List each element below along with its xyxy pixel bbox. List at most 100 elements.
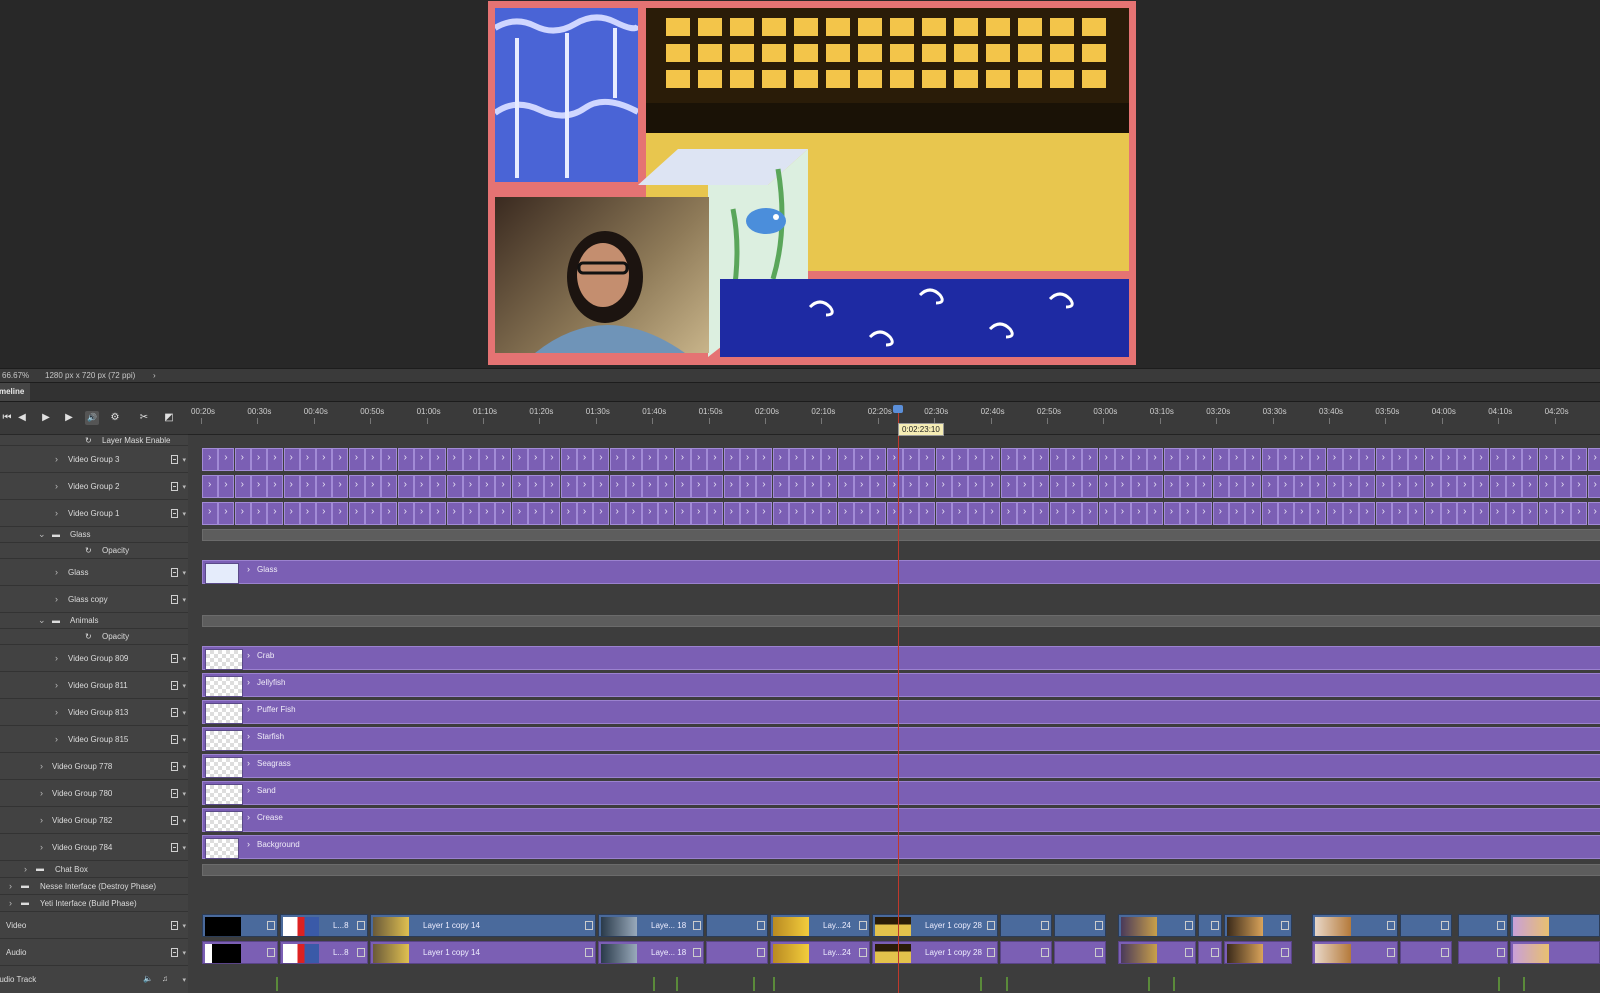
video-group-frame-clip[interactable] bbox=[202, 502, 218, 525]
film-strip-icon[interactable] bbox=[171, 921, 178, 930]
chevron-down-icon[interactable]: ▾ bbox=[182, 976, 186, 984]
group-row-yeti-interface[interactable]: › ▬ Yeti Interface (Build Phase) bbox=[0, 895, 188, 912]
glass-group-bar[interactable] bbox=[202, 529, 1600, 541]
video-group-frame-clip[interactable] bbox=[854, 448, 870, 471]
layer-row-glass-copy[interactable]: › Glass copy ▾ bbox=[0, 586, 188, 613]
audio-marker[interactable] bbox=[1148, 977, 1150, 991]
video-group-frame-clip[interactable] bbox=[576, 475, 593, 498]
video-group-frame-clip[interactable] bbox=[658, 502, 675, 525]
video-group-frame-clip[interactable] bbox=[1554, 475, 1571, 498]
audio-clip[interactable]: Laye... 18 bbox=[598, 941, 704, 964]
speaker-icon[interactable]: 🔈 bbox=[143, 974, 153, 983]
video-group-frame-clip[interactable] bbox=[674, 475, 691, 498]
video-group-frame-clip[interactable] bbox=[1538, 475, 1555, 498]
video-group-frame-clip[interactable] bbox=[1065, 502, 1082, 525]
video-group-frame-clip[interactable] bbox=[576, 502, 593, 525]
video-group-frame-clip[interactable] bbox=[886, 502, 903, 525]
video-clip[interactable]: Laye... 18 bbox=[598, 914, 704, 937]
video-group-frame-clip[interactable] bbox=[299, 448, 316, 471]
video-group-frame-clip[interactable] bbox=[739, 502, 756, 525]
video-group-frame-clip[interactable] bbox=[544, 448, 561, 471]
video-clip[interactable] bbox=[1000, 914, 1052, 937]
video-group-frame-clip[interactable] bbox=[674, 448, 691, 471]
group-row-chat-box[interactable]: › ▬ Chat Box bbox=[0, 861, 188, 878]
stopwatch-icon[interactable]: ↻ bbox=[85, 632, 92, 641]
video-group-frame-clip[interactable] bbox=[250, 448, 267, 471]
settings-gear-icon[interactable]: ⚙ bbox=[108, 411, 122, 425]
video-group-frame-clip[interactable] bbox=[446, 502, 463, 525]
chevron-right-icon[interactable]: › bbox=[24, 864, 27, 874]
video-group-frame-clip[interactable] bbox=[805, 502, 822, 525]
video-group-frame-clip[interactable] bbox=[968, 448, 985, 471]
video-group-frame-clip[interactable] bbox=[528, 448, 544, 471]
chevron-right-icon[interactable]: › bbox=[247, 785, 250, 795]
film-strip-icon[interactable] bbox=[171, 595, 178, 604]
film-strip-icon[interactable] bbox=[171, 762, 178, 771]
video-group-frame-clip[interactable] bbox=[642, 502, 659, 525]
layer-row-video-group-3[interactable]: › Video Group 3 ▾ bbox=[0, 446, 188, 473]
video-group-frame-clip[interactable] bbox=[625, 448, 642, 471]
audio-clip[interactable] bbox=[1400, 941, 1452, 964]
video-group-frame-clip[interactable] bbox=[723, 475, 740, 498]
video-group-frame-clip[interactable] bbox=[707, 502, 724, 525]
video-group-frame-clip[interactable] bbox=[283, 502, 300, 525]
video-group-frame-clip[interactable] bbox=[1391, 475, 1408, 498]
video-group-frame-clip[interactable] bbox=[1587, 475, 1600, 498]
video-group-frame-clip[interactable] bbox=[1343, 448, 1359, 471]
video-group-frame-clip[interactable] bbox=[1538, 502, 1555, 525]
video-group-frame-clip[interactable] bbox=[1294, 448, 1311, 471]
clip-background[interactable]: › Background bbox=[202, 835, 1600, 859]
video-group-frame-clip[interactable] bbox=[1033, 502, 1050, 525]
video-group-frame-clip[interactable] bbox=[1017, 502, 1033, 525]
track-row-video[interactable]: Video ▾ bbox=[0, 912, 188, 939]
chevron-down-icon[interactable]: ▾ bbox=[182, 510, 186, 518]
chevron-right-icon[interactable]: › bbox=[40, 815, 43, 825]
chat-box-group-bar[interactable] bbox=[202, 864, 1600, 876]
video-group-frame-clip[interactable] bbox=[805, 475, 822, 498]
video-group-frame-clip[interactable] bbox=[642, 475, 659, 498]
video-group-frame-clip[interactable] bbox=[1277, 475, 1294, 498]
film-strip-icon[interactable] bbox=[171, 735, 178, 744]
video-group-frame-clip[interactable] bbox=[1571, 475, 1588, 498]
video-group-frame-clip[interactable] bbox=[902, 448, 919, 471]
video-group-frame-clip[interactable] bbox=[413, 475, 430, 498]
video-group-frame-clip[interactable] bbox=[348, 448, 365, 471]
video-group-frame-clip[interactable] bbox=[528, 475, 544, 498]
chevron-right-icon[interactable]: › bbox=[55, 567, 58, 577]
audio-clip[interactable] bbox=[1054, 941, 1106, 964]
video-group-frame-clip[interactable] bbox=[560, 502, 577, 525]
video-group-frame-clip[interactable] bbox=[919, 502, 936, 525]
clip-seagrass[interactable]: › Seagrass bbox=[202, 754, 1600, 778]
video-group-frame-clip[interactable] bbox=[1261, 502, 1278, 525]
video-group-frame-clip[interactable] bbox=[1571, 448, 1588, 471]
video-group-frame-clip[interactable] bbox=[870, 475, 887, 498]
video-group-frame-clip[interactable] bbox=[1212, 502, 1229, 525]
video-group-frame-clip[interactable] bbox=[283, 448, 300, 471]
chevron-down-icon[interactable]: ▾ bbox=[182, 596, 186, 604]
video-group-frame-clip[interactable] bbox=[951, 475, 968, 498]
video-group-frame-clip[interactable] bbox=[1506, 502, 1522, 525]
video-group-frame-clip[interactable] bbox=[267, 448, 284, 471]
transition-icon[interactable]: ◩ bbox=[162, 411, 176, 425]
video-group-frame-clip[interactable] bbox=[886, 475, 903, 498]
video-clip[interactable] bbox=[1054, 914, 1106, 937]
video-clip[interactable] bbox=[1400, 914, 1452, 937]
video-group-frame-clip[interactable] bbox=[870, 448, 887, 471]
clip-sand[interactable]: › Sand bbox=[202, 781, 1600, 805]
video-clip[interactable] bbox=[202, 914, 278, 937]
chevron-down-icon[interactable]: ▾ bbox=[182, 655, 186, 663]
chevron-right-icon[interactable]: › bbox=[55, 734, 58, 744]
video-group-frame-clip[interactable] bbox=[1408, 448, 1425, 471]
video-group-frame-clip[interactable] bbox=[902, 502, 919, 525]
video-group-frame-clip[interactable] bbox=[707, 475, 724, 498]
video-clip[interactable] bbox=[1118, 914, 1196, 937]
audio-marker[interactable] bbox=[653, 977, 655, 991]
video-clip[interactable]: L...8 bbox=[280, 914, 368, 937]
video-group-frame-clip[interactable] bbox=[1033, 448, 1050, 471]
video-group-frame-clip[interactable] bbox=[1424, 448, 1441, 471]
layer-row-video-group-813[interactable]: › Video Group 813 ▾ bbox=[0, 699, 188, 726]
chevron-right-icon[interactable]: › bbox=[247, 812, 250, 822]
reset-icon[interactable]: ↻ bbox=[85, 436, 92, 445]
video-group-frame-clip[interactable] bbox=[821, 448, 838, 471]
video-group-frame-clip[interactable] bbox=[365, 475, 381, 498]
